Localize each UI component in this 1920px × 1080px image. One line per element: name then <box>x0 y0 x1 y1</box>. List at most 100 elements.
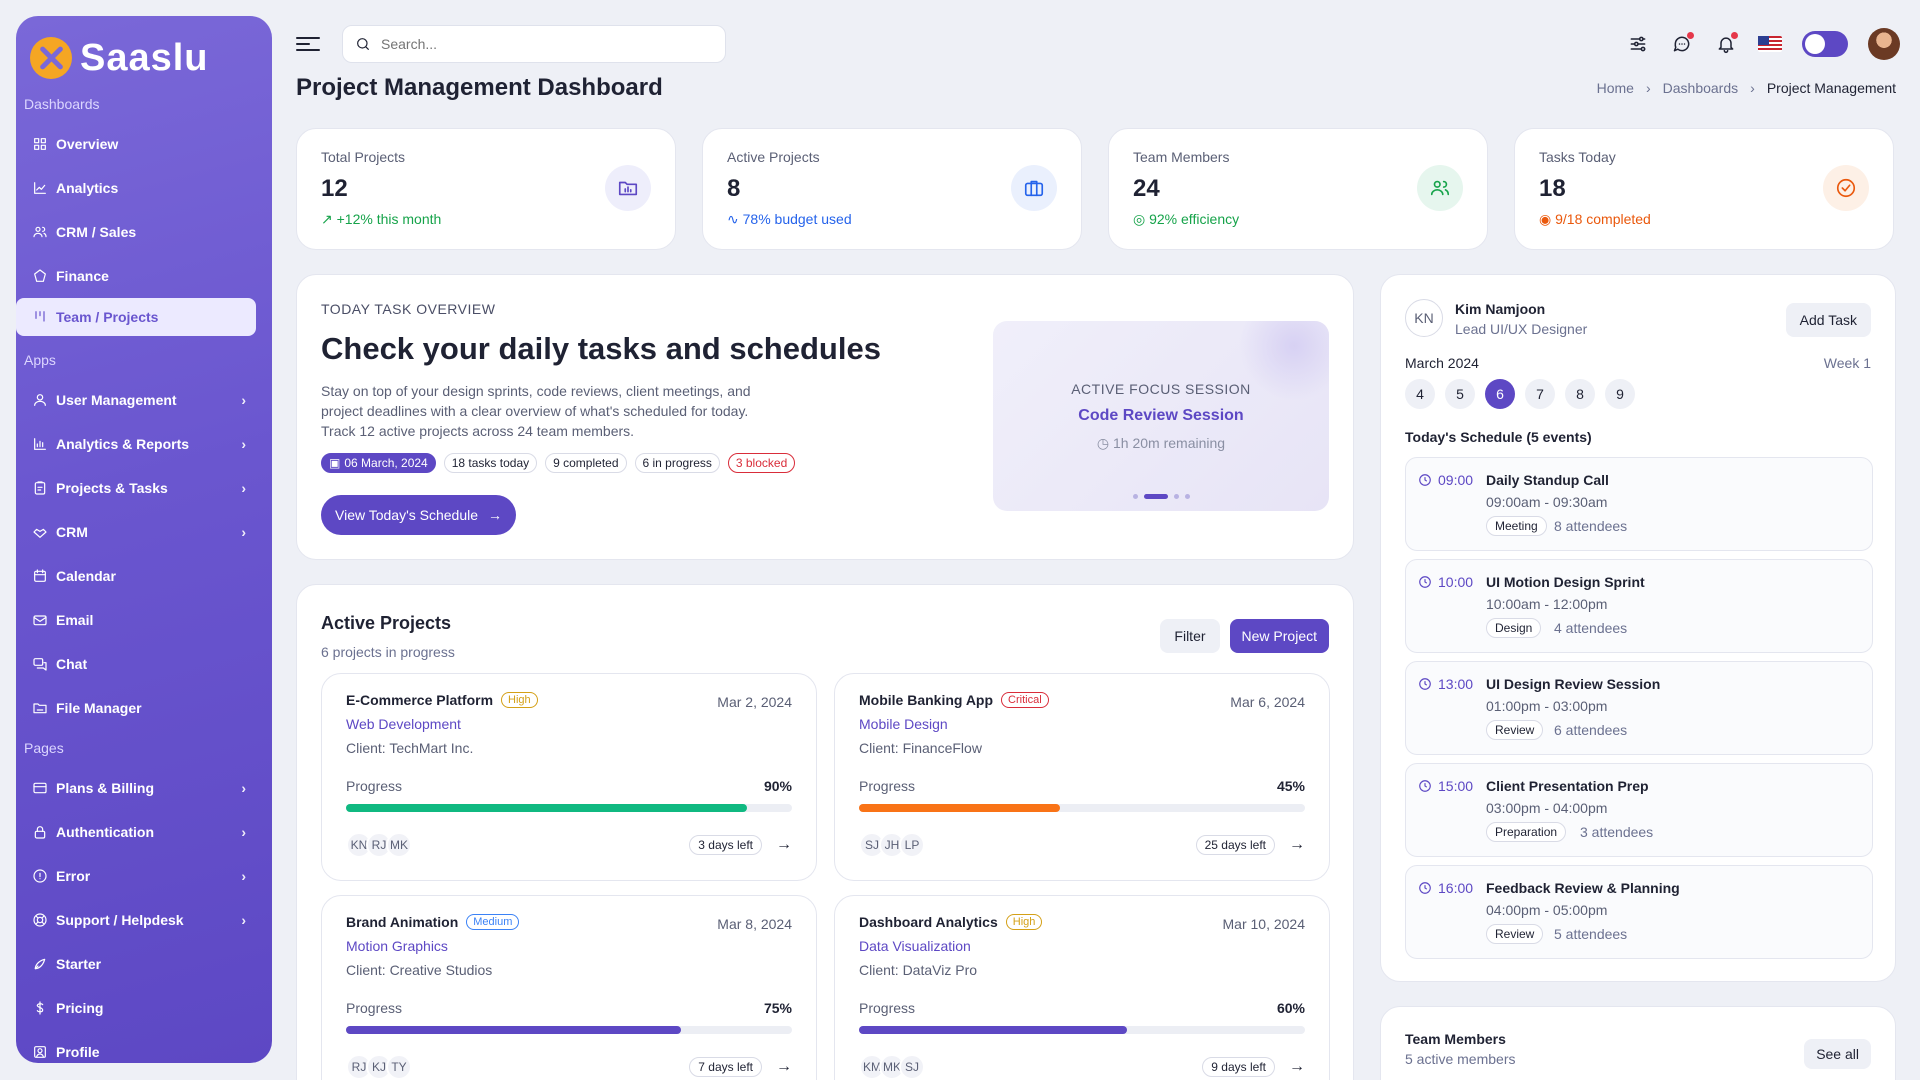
day-button[interactable]: 7 <box>1525 379 1555 409</box>
sidebar-item-error[interactable]: Error › <box>16 854 256 898</box>
menu-toggle-icon[interactable] <box>296 32 320 56</box>
stat-label: Team Members <box>1133 149 1230 165</box>
theme-toggle[interactable] <box>1802 31 1848 57</box>
day-button[interactable]: 5 <box>1445 379 1475 409</box>
new-project-button[interactable]: New Project <box>1229 619 1329 653</box>
sliders-icon[interactable] <box>1626 32 1650 56</box>
project-card[interactable]: Mobile Banking App Critical Mar 6, 2024 M… <box>834 673 1330 881</box>
sidebar-item-finance[interactable]: Finance <box>16 254 256 298</box>
sidebar-item-overview[interactable]: Overview <box>16 122 256 166</box>
sidebar-item-label: Team / Projects <box>56 309 159 325</box>
search-input[interactable] <box>381 36 713 52</box>
grid-icon <box>32 136 48 152</box>
sidebar-item-projects-tasks[interactable]: Projects & Tasks › <box>16 466 256 510</box>
sidebar-item-crm[interactable]: CRM › <box>16 510 256 554</box>
project-category[interactable]: Mobile Design <box>859 716 1305 732</box>
tasks-chip: 18 tasks today <box>443 453 538 473</box>
project-category[interactable]: Web Development <box>346 716 792 732</box>
carousel-dot[interactable] <box>1173 494 1179 499</box>
project-name: Brand Animation <box>346 914 459 930</box>
add-task-button[interactable]: Add Task <box>1785 303 1871 337</box>
schedule-event[interactable]: 10:00 UI Motion Design Sprint 10:00am - … <box>1405 559 1873 653</box>
day-button[interactable]: 4 <box>1405 379 1435 409</box>
view-schedule-button[interactable]: View Today's Schedule → <box>321 495 517 535</box>
trend-icon: ∿ <box>727 211 743 227</box>
overview-eyebrow: TODAY TASK OVERVIEW <box>321 301 496 317</box>
see-all-button[interactable]: See all <box>1804 1039 1871 1069</box>
schedule-event[interactable]: 13:00 UI Design Review Session 01:00pm -… <box>1405 661 1873 755</box>
priority-badge: Critical <box>1001 692 1049 708</box>
schedule-panel: KN Kim Namjoon Lead UI/UX Designer Add T… <box>1380 274 1896 982</box>
overview-description: Stay on top of your design sprints, code… <box>321 383 751 439</box>
search-box[interactable] <box>342 25 726 63</box>
sidebar-item-file-manager[interactable]: File Manager <box>16 686 256 730</box>
sidebar-item-starter[interactable]: Starter <box>16 942 256 986</box>
schedule-event[interactable]: 16:00 Feedback Review & Planning 04:00pm… <box>1405 865 1873 959</box>
handshake-icon <box>32 524 48 540</box>
project-name: Dashboard Analytics <box>859 914 998 930</box>
arrow-right-icon[interactable]: → <box>1289 1058 1305 1076</box>
carousel-dot[interactable] <box>1184 494 1190 499</box>
carousel-dot-active[interactable] <box>1143 494 1168 499</box>
sidebar-item-analytics-reports[interactable]: Analytics & Reports › <box>16 422 256 466</box>
progress-percent: 75% <box>763 1000 792 1016</box>
filter-button[interactable]: Filter <box>1160 619 1220 653</box>
progress-label: Progress <box>859 1000 916 1016</box>
priority-badge: Medium <box>466 914 520 930</box>
sidebar-item-pricing[interactable]: Pricing <box>16 986 256 1030</box>
focus-label: ACTIVE FOCUS SESSION <box>1071 381 1251 397</box>
arrow-right-icon[interactable]: → <box>776 836 792 854</box>
arrow-right-icon[interactable]: → <box>1289 836 1305 854</box>
sidebar-item-user-management[interactable]: User Management › <box>16 378 256 422</box>
sidebar-item-calendar[interactable]: Calendar <box>16 554 256 598</box>
sidebar-item-label: Calendar <box>56 568 116 584</box>
project-category[interactable]: Motion Graphics <box>346 938 792 954</box>
search-icon <box>357 38 369 50</box>
chevron-right-icon: › <box>1645 80 1651 96</box>
sidebar-item-support-helpdesk[interactable]: Support / Helpdesk › <box>16 898 256 942</box>
day-button[interactable]: 9 <box>1605 379 1635 409</box>
sidebar-item-team-projects[interactable]: Team / Projects <box>16 298 256 336</box>
sidebar-item-authentication[interactable]: Authentication › <box>16 810 256 854</box>
sidebar-item-chat[interactable]: Chat <box>16 642 256 686</box>
event-title: Feedback Review & Planning <box>1486 880 1680 896</box>
logo[interactable]: Saaslu <box>16 16 272 86</box>
sidebar-item-profile[interactable]: Profile <box>16 1030 256 1063</box>
day-button[interactable]: 6 <box>1485 379 1515 409</box>
event-title: UI Design Review Session <box>1486 676 1661 692</box>
sidebar-item-label: CRM / Sales <box>56 224 137 240</box>
progress-bar <box>346 1026 792 1034</box>
focus-title: Code Review Session <box>1078 407 1244 424</box>
project-date: Mar 10, 2024 <box>1222 916 1306 932</box>
sidebar-item-plans-billing[interactable]: Plans & Billing › <box>16 766 256 810</box>
page-title: Project Management Dashboard <box>296 74 663 101</box>
chevron-right-icon: › <box>241 912 246 928</box>
project-card[interactable]: Dashboard Analytics High Mar 10, 2024 Dat… <box>834 895 1330 1080</box>
check-circle-icon <box>1823 165 1869 211</box>
user-avatar[interactable] <box>1868 28 1900 60</box>
team-members-card: Team Members 5 active members See all <box>1380 1006 1896 1080</box>
arrow-right-icon[interactable]: → <box>776 1058 792 1076</box>
sidebar-item-email[interactable]: Email <box>16 598 256 642</box>
schedule-event[interactable]: 15:00 Client Presentation Prep 03:00pm -… <box>1405 763 1873 857</box>
us-flag-icon[interactable] <box>1758 36 1782 52</box>
carousel-dots[interactable] <box>993 494 1329 499</box>
day-button[interactable]: 8 <box>1565 379 1595 409</box>
coin-icon <box>32 268 48 284</box>
bell-icon[interactable] <box>1714 32 1738 56</box>
project-card[interactable]: Brand Animation Medium Mar 8, 2024 Motion… <box>321 895 817 1080</box>
project-category[interactable]: Data Visualization <box>859 938 1305 954</box>
project-card[interactable]: E-Commerce Platform High Mar 2, 2024 Web … <box>321 673 817 881</box>
event-tag: Meeting <box>1486 516 1547 536</box>
clock-icon <box>1419 576 1431 588</box>
sidebar-item-label: Error <box>56 868 91 884</box>
breadcrumb-home[interactable]: Home <box>1597 80 1634 96</box>
sidebar-item-crm-sales[interactable]: CRM / Sales <box>16 210 256 254</box>
breadcrumb-dashboards[interactable]: Dashboards <box>1663 80 1739 96</box>
stat-label: Total Projects <box>321 149 406 165</box>
sidebar-item-analytics[interactable]: Analytics <box>16 166 256 210</box>
schedule-event[interactable]: 09:00 Daily Standup Call 09:00am - 09:30… <box>1405 457 1873 551</box>
project-date: Mar 2, 2024 <box>717 694 792 710</box>
carousel-dot[interactable] <box>1132 494 1138 499</box>
chat-bubble-icon[interactable] <box>1670 32 1694 56</box>
